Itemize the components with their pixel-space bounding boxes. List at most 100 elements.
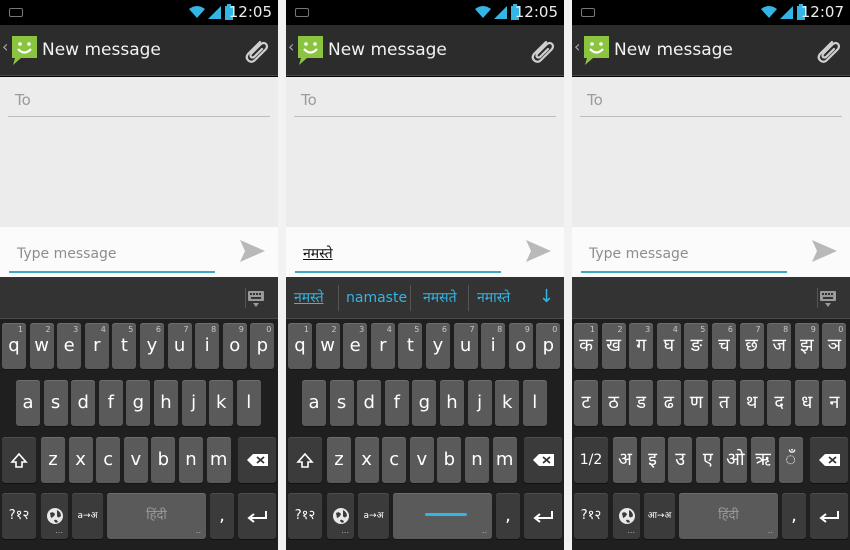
transliteration-key[interactable]: आ→अ	[644, 493, 675, 539]
back-chevron-icon[interactable]: ‹	[288, 38, 294, 56]
key-6[interactable]: y6	[140, 323, 164, 369]
key-row3-3[interactable]: c	[382, 437, 407, 483]
key-3[interactable]: e3	[343, 323, 368, 369]
key-row2-4[interactable]: f	[98, 380, 123, 426]
key-row3-2[interactable]: x	[68, 437, 93, 483]
key-row3-1[interactable]: z	[41, 437, 65, 483]
comma-key[interactable]: ,	[210, 493, 234, 539]
key-4[interactable]: r4	[370, 323, 395, 369]
transliteration-key[interactable]: a→अ	[72, 493, 103, 539]
key-row3-4[interactable]: v	[123, 437, 148, 483]
key-row2-7[interactable]: j	[467, 380, 492, 426]
expand-suggestions-icon[interactable]: ↓	[539, 287, 554, 307]
key-row3-2[interactable]: इ	[640, 437, 665, 483]
backspace-key[interactable]	[524, 437, 562, 483]
messaging-app-icon[interactable]	[9, 33, 40, 67]
key-9[interactable]: o9	[222, 323, 247, 369]
to-field[interactable]: To	[587, 91, 603, 109]
key-row2-8[interactable]: k	[209, 380, 234, 426]
attach-button[interactable]	[812, 36, 842, 66]
message-input[interactable]: Type message	[581, 231, 787, 273]
key-row3-4[interactable]: ए	[695, 437, 720, 483]
key-row3-7[interactable]: ँ	[778, 437, 803, 483]
to-field[interactable]: To	[301, 91, 317, 109]
key-row3-7[interactable]: m	[492, 437, 517, 483]
key-10[interactable]: p0	[536, 323, 561, 369]
key-row2-1[interactable]: a	[302, 380, 326, 426]
page-switch-key[interactable]: 1/2	[574, 437, 608, 483]
key-3[interactable]: ग3	[629, 323, 654, 369]
key-7[interactable]: u7	[167, 323, 192, 369]
key-8[interactable]: i8	[481, 323, 506, 369]
send-button[interactable]	[810, 237, 838, 265]
key-row2-2[interactable]: ठ	[601, 380, 626, 426]
key-7[interactable]: u7	[453, 323, 478, 369]
key-row2-2[interactable]: s	[329, 380, 354, 426]
key-5[interactable]: t5	[112, 323, 137, 369]
suggestion-1[interactable]: नमस्ते	[294, 289, 324, 307]
key-1[interactable]: क1	[574, 323, 598, 369]
suggestion-4[interactable]: नमास्ते	[477, 289, 510, 307]
key-row3-7[interactable]: m	[206, 437, 231, 483]
space-key[interactable]: हिंदी..	[679, 493, 778, 539]
key-8[interactable]: ज8	[767, 323, 792, 369]
key-row3-5[interactable]: ओ	[723, 437, 748, 483]
key-3[interactable]: e3	[57, 323, 82, 369]
send-button[interactable]	[524, 237, 552, 265]
key-5[interactable]: t5	[398, 323, 423, 369]
key-row3-1[interactable]: अ	[613, 437, 637, 483]
key-row2-4[interactable]: f	[384, 380, 409, 426]
key-row2-9[interactable]: ध	[794, 380, 819, 426]
key-2[interactable]: ख2	[601, 323, 626, 369]
key-4[interactable]: घ4	[656, 323, 681, 369]
key-row3-6[interactable]: n	[179, 437, 203, 483]
key-row2-2[interactable]: s	[43, 380, 68, 426]
key-row3-5[interactable]: b	[151, 437, 176, 483]
key-8[interactable]: i8	[195, 323, 220, 369]
comma-key[interactable]: ,	[496, 493, 520, 539]
language-key[interactable]: ...	[327, 493, 354, 539]
key-6[interactable]: च6	[712, 323, 736, 369]
key-row2-1[interactable]: a	[16, 380, 40, 426]
key-row2-5[interactable]: ण	[684, 380, 709, 426]
suggestion-3[interactable]: नमसते	[423, 289, 457, 307]
key-row3-4[interactable]: v	[409, 437, 434, 483]
key-row2-1[interactable]: ट	[574, 380, 598, 426]
messaging-app-icon[interactable]	[295, 33, 326, 67]
key-4[interactable]: r4	[84, 323, 109, 369]
key-row2-6[interactable]: h	[440, 380, 464, 426]
key-row3-1[interactable]: z	[327, 437, 351, 483]
transliteration-key[interactable]: a→अ	[358, 493, 389, 539]
space-key[interactable]: ..	[393, 493, 492, 539]
shift-key[interactable]	[288, 437, 322, 483]
language-key[interactable]: ...	[41, 493, 68, 539]
key-row2-9[interactable]: l	[522, 380, 547, 426]
key-row3-2[interactable]: x	[354, 437, 379, 483]
backspace-key[interactable]	[810, 437, 848, 483]
key-row2-5[interactable]: g	[126, 380, 151, 426]
key-row2-6[interactable]: h	[154, 380, 178, 426]
key-row2-5[interactable]: g	[412, 380, 437, 426]
message-input[interactable]: नमस्ते	[295, 231, 501, 273]
key-row3-6[interactable]: n	[465, 437, 489, 483]
key-7[interactable]: छ7	[739, 323, 764, 369]
key-row2-7[interactable]: j	[181, 380, 206, 426]
key-2[interactable]: w2	[315, 323, 340, 369]
attach-button[interactable]	[240, 36, 270, 66]
key-row2-8[interactable]: k	[495, 380, 520, 426]
enter-key[interactable]	[810, 493, 848, 539]
key-row2-7[interactable]: थ	[739, 380, 764, 426]
key-5[interactable]: ङ5	[684, 323, 709, 369]
key-row2-3[interactable]: d	[357, 380, 382, 426]
key-6[interactable]: y6	[426, 323, 450, 369]
enter-key[interactable]	[524, 493, 562, 539]
key-row2-4[interactable]: ढ	[656, 380, 681, 426]
key-row3-6[interactable]: ऋ	[751, 437, 775, 483]
keyboard-switch-button[interactable]	[817, 288, 839, 308]
shift-key[interactable]	[2, 437, 36, 483]
key-row3-3[interactable]: c	[96, 437, 121, 483]
key-row2-10[interactable]: न	[822, 380, 847, 426]
key-row2-8[interactable]: द	[767, 380, 792, 426]
back-chevron-icon[interactable]: ‹	[2, 38, 8, 56]
enter-key[interactable]	[238, 493, 276, 539]
